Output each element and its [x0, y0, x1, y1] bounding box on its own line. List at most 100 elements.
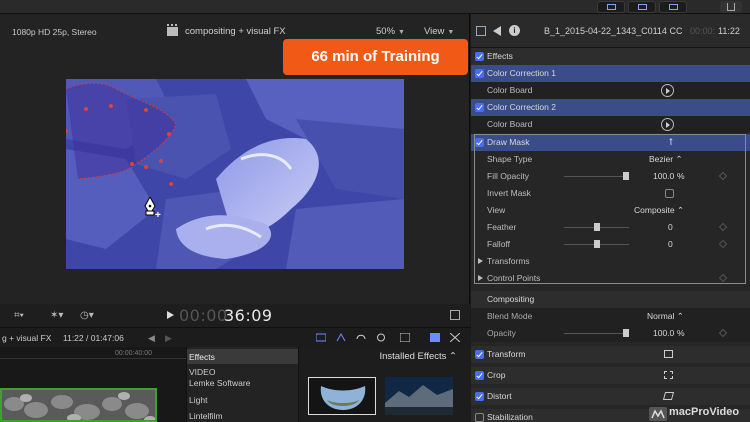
opacity-value[interactable]: 100.0 [653, 328, 674, 338]
feather-value[interactable]: 0 [668, 222, 673, 232]
effect-color-correction-2[interactable]: Color Correction 2 [471, 99, 750, 116]
effects-checkbox[interactable] [475, 52, 484, 61]
stabilization-checkbox[interactable] [475, 413, 484, 422]
category-lintelfilm[interactable]: Lintelfilm [189, 411, 223, 421]
color-board-arrow-icon[interactable] [661, 118, 674, 131]
audio-inspector-icon[interactable] [493, 26, 501, 36]
effects-browser-icon[interactable] [430, 333, 440, 342]
category-lemke-software[interactable]: Lemke Software [189, 378, 250, 388]
falloff-value[interactable]: 0 [668, 239, 673, 249]
distort-checkbox[interactable] [475, 392, 484, 401]
transform-tool-menu[interactable]: ⌗▾ [14, 310, 24, 321]
slider-knob[interactable] [623, 329, 629, 337]
feather-slider[interactable] [564, 223, 629, 231]
disclosure-triangle-icon[interactable] [478, 258, 483, 264]
timeline-ruler[interactable]: 00:00:40:00 [0, 347, 186, 359]
clip-appearance-icon[interactable] [316, 333, 326, 342]
add-point-icon: + [155, 210, 161, 221]
effect-thumbnail[interactable] [385, 377, 453, 415]
keyframe-icon[interactable] [718, 239, 728, 249]
falloff-slider[interactable] [564, 240, 629, 248]
video-frame[interactable] [66, 79, 404, 269]
crop-onscreen-icon[interactable] [664, 371, 673, 379]
param-label: Feather [487, 222, 517, 232]
color-correction-2-checkbox[interactable] [475, 103, 484, 112]
effect-preview-image [309, 378, 375, 414]
video-inspector-icon[interactable] [476, 26, 486, 36]
crop-section[interactable]: Crop [471, 367, 750, 384]
share-button[interactable] [720, 1, 742, 13]
section-label: Compositing [487, 294, 535, 304]
effect-color-correction-1[interactable]: Color Correction 1 [471, 65, 750, 82]
effects-category-header[interactable]: Effects [187, 349, 299, 364]
param-label: Transforms [487, 256, 530, 266]
transforms-row[interactable]: Transforms [471, 253, 750, 270]
slider-knob[interactable] [594, 223, 600, 231]
enhance-tool-menu[interactable]: ✶▾ [50, 310, 63, 321]
transform-checkbox[interactable] [475, 350, 484, 359]
crop-checkbox[interactable] [475, 371, 484, 380]
pen-tool-icon[interactable]: ꝉ [669, 137, 673, 148]
fill-opacity-value[interactable]: 100.0 [653, 171, 674, 181]
keyframe-icon[interactable] [718, 328, 728, 338]
audio-skimming-icon[interactable] [356, 333, 366, 342]
keyframe-icon[interactable] [718, 273, 728, 283]
draw-mask-checkbox[interactable] [475, 138, 484, 147]
distort-section[interactable]: Distort [471, 388, 750, 405]
slider-knob[interactable] [623, 172, 629, 180]
transform-onscreen-icon[interactable] [664, 350, 673, 358]
retime-tool-menu[interactable]: ◷▾ [80, 310, 94, 321]
info-inspector-icon[interactable]: i [509, 25, 520, 36]
disclosure-triangle-icon[interactable] [478, 275, 483, 281]
filmstrip-icon[interactable] [400, 333, 410, 342]
slider-knob[interactable] [594, 240, 600, 248]
control-points-row[interactable]: Control Points [471, 270, 750, 287]
fill-opacity-row: Fill Opacity 100.0 % [471, 168, 750, 185]
category-light[interactable]: Light [189, 395, 207, 405]
chevron-down-icon: ▼ [398, 29, 405, 36]
fill-opacity-slider[interactable] [564, 172, 629, 180]
shape-type-select[interactable]: Bezier ⌃ [649, 154, 683, 165]
color-board-arrow-icon[interactable] [661, 84, 674, 97]
invert-mask-checkbox[interactable] [665, 189, 674, 198]
macprovideo-watermark: macProVideo [648, 404, 750, 422]
shape-type-row: Shape Type Bezier ⌃ [471, 151, 750, 168]
view-menu-label: View [424, 26, 445, 37]
effects-thumbnails: Installed Effects ⌃ [298, 347, 471, 422]
effect-label: Color Correction 2 [487, 102, 556, 112]
timeline[interactable]: 00:00:40:00 [0, 347, 186, 422]
timeline-clip[interactable] [0, 388, 157, 422]
color-board-2-row: Color Board [471, 116, 750, 133]
timeline-toggle-button[interactable] [628, 1, 656, 13]
timecode-display[interactable]: 36:09 [224, 306, 273, 325]
zoom-menu[interactable]: 50% ▼ [376, 26, 405, 37]
transitions-browser-icon[interactable] [450, 333, 460, 342]
viewer-controls: ⌗▾ ✶▾ ◷▾ 00:00: 36:09 [0, 304, 470, 327]
solo-icon[interactable] [376, 333, 386, 342]
transform-section[interactable]: Transform [471, 346, 750, 363]
opacity-slider[interactable] [564, 329, 629, 337]
keyframe-icon[interactable] [718, 222, 728, 232]
play-button[interactable] [167, 311, 174, 319]
view-select[interactable]: Composite ⌃ [634, 205, 684, 216]
effect-thumbnail[interactable] [308, 377, 376, 415]
distort-onscreen-icon[interactable] [662, 392, 675, 400]
view-menu[interactable]: View ▼ [424, 26, 454, 37]
history-back-icon[interactable]: ◀ [148, 333, 155, 344]
top-toolbar [0, 0, 750, 14]
history-forward-icon[interactable]: ▶ [165, 333, 172, 344]
library-toggle-button[interactable] [597, 1, 625, 13]
installed-effects-menu[interactable]: Installed Effects ⌃ [380, 351, 458, 362]
inspector-toggle-button[interactable] [659, 1, 687, 13]
param-label: View [487, 205, 506, 215]
param-label: Opacity [487, 328, 516, 338]
blend-mode-select[interactable]: Normal ⌃ [647, 311, 684, 322]
fullscreen-icon[interactable] [450, 310, 460, 320]
shape-type-value: Bezier [649, 154, 674, 164]
effect-draw-mask[interactable]: Draw Mask ꝉ [471, 134, 750, 151]
skimming-icon[interactable] [336, 333, 346, 342]
color-correction-1-checkbox[interactable] [475, 69, 484, 78]
category-video[interactable]: VIDEO [189, 367, 215, 377]
keyframe-icon[interactable] [718, 171, 728, 181]
blend-mode-value: Normal [647, 311, 675, 321]
